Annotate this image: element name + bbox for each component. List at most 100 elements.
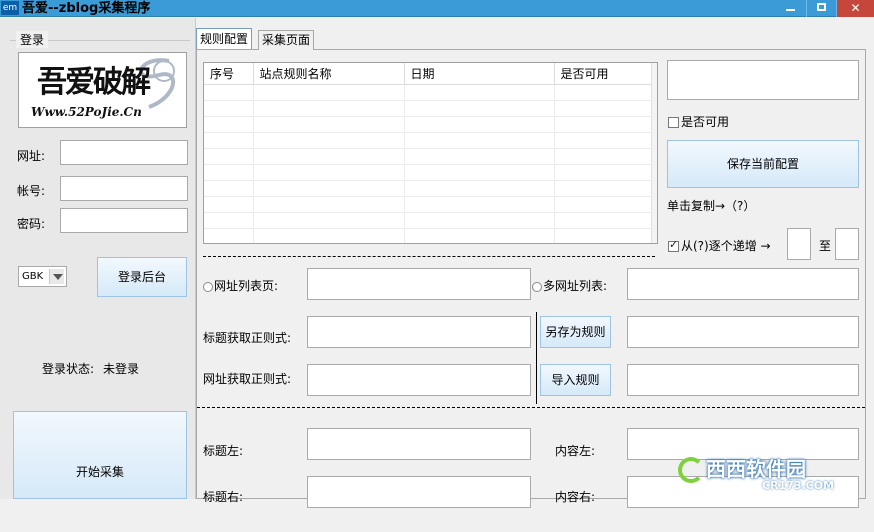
increment-to-input[interactable] <box>835 228 859 260</box>
rules-table: 序号 站点规则名称 日期 是否可用 <box>204 63 657 243</box>
grid-scrollbar[interactable] <box>651 63 657 243</box>
table-cell <box>253 132 405 149</box>
table-row <box>204 180 657 197</box>
table-cell <box>554 132 657 149</box>
table-row <box>204 196 657 213</box>
enabled-checkbox-row[interactable]: 是否可用 <box>668 113 729 130</box>
table-cell <box>204 164 254 181</box>
close-button[interactable]: ✕ <box>836 0 874 17</box>
url-list-radio[interactable] <box>203 281 213 292</box>
table-cell <box>404 228 555 243</box>
table-cell <box>554 100 657 117</box>
save-as-rule-button[interactable]: 另存为规则 <box>540 316 611 348</box>
title-regex-extra-input[interactable] <box>627 316 859 348</box>
minimize-button[interactable] <box>775 0 805 17</box>
enabled-checkbox-label: 是否可用 <box>681 115 730 129</box>
maximize-button[interactable] <box>806 0 836 17</box>
increment-label: 从(?)逐个递增 → <box>681 239 771 253</box>
import-rule-button[interactable]: 导入规则 <box>540 364 611 396</box>
tab-rule-config[interactable]: 规则配置 <box>196 28 253 49</box>
increment-checkbox[interactable] <box>668 238 679 252</box>
table-cell <box>204 180 254 197</box>
table-cell <box>204 84 254 101</box>
url-regex-label: 网址获取正则式: <box>203 372 292 386</box>
multi-url-input[interactable] <box>627 268 859 300</box>
site-watermark: 西西软件园 CR173.COM <box>676 449 874 499</box>
table-cell <box>554 212 657 229</box>
table-cell <box>204 196 254 213</box>
multi-url-radio-row[interactable]: 多网址列表: <box>532 277 607 294</box>
title-right-label: 标题右: <box>203 490 244 504</box>
start-collect-button[interactable]: 开始采集 <box>13 411 187 499</box>
table-cell <box>554 228 657 243</box>
column-header-index[interactable]: 序号 <box>204 63 254 85</box>
tab-collect-page[interactable]: 采集页面 <box>258 30 315 50</box>
table-cell <box>404 196 555 213</box>
chevron-down-icon[interactable] <box>49 269 64 284</box>
title-right-input[interactable] <box>307 476 531 508</box>
logo-image: 吾爱破解 Www.52PoJie.Cn <box>18 52 187 128</box>
title-regex-input[interactable] <box>307 316 531 348</box>
table-cell <box>204 212 254 229</box>
to-label: 至 <box>819 239 832 253</box>
save-config-button[interactable]: 保存当前配置 <box>667 140 859 188</box>
column-header-enabled[interactable]: 是否可用 <box>554 63 657 85</box>
multi-url-radio[interactable] <box>532 281 542 292</box>
password-input[interactable] <box>60 208 188 233</box>
url-regex-input[interactable] <box>307 364 531 396</box>
increment-from-input[interactable] <box>787 228 811 260</box>
table-header-row: 序号 站点规则名称 日期 是否可用 <box>204 63 657 85</box>
table-cell <box>204 228 254 243</box>
table-cell <box>404 116 555 133</box>
content-left-label: 内容左: <box>555 444 596 458</box>
watermark-logo-icon <box>678 457 704 483</box>
table-row <box>204 164 657 181</box>
url-regex-extra-input[interactable] <box>627 364 859 396</box>
encoding-select[interactable]: GBK <box>18 266 67 287</box>
enabled-checkbox[interactable] <box>668 117 679 128</box>
login-button[interactable]: 登录后台 <box>97 257 187 297</box>
table-row <box>204 116 657 133</box>
table-cell <box>404 164 555 181</box>
maximize-icon <box>817 3 826 11</box>
table-row <box>204 100 657 117</box>
close-icon: ✕ <box>850 1 861 15</box>
column-header-site-rule-name[interactable]: 站点规则名称 <box>253 63 405 85</box>
rule-name-input[interactable] <box>667 60 859 100</box>
column-header-date[interactable]: 日期 <box>404 63 555 85</box>
copy-hint[interactable]: 单击复制→（?） <box>667 197 755 214</box>
url-list-label: 网址列表页: <box>214 279 279 293</box>
table-row <box>204 148 657 165</box>
logo-url: Www.52PoJie.Cn <box>31 105 142 119</box>
table-cell <box>404 84 555 101</box>
app-icon: em <box>1 1 19 15</box>
url-list-input[interactable] <box>307 268 531 300</box>
table-cell <box>253 180 405 197</box>
table-cell <box>404 100 555 117</box>
encoding-value: GBK <box>22 271 44 282</box>
account-input[interactable] <box>60 176 188 201</box>
table-cell <box>204 116 254 133</box>
table-cell <box>404 180 555 197</box>
content-right-label: 内容右: <box>555 490 596 504</box>
table-cell <box>554 196 657 213</box>
table-cell <box>204 148 254 165</box>
rules-grid[interactable]: 序号 站点规则名称 日期 是否可用 <box>203 62 658 244</box>
table-cell <box>554 116 657 133</box>
table-cell <box>253 196 405 213</box>
multi-url-label: 多网址列表: <box>543 279 608 293</box>
table-cell <box>253 164 405 181</box>
watermark-url: CR173.COM <box>762 479 835 492</box>
table-cell <box>253 228 405 243</box>
url-list-radio-row[interactable]: 网址列表页: <box>203 277 278 294</box>
separator-top <box>203 256 655 257</box>
title-left-input[interactable] <box>307 428 531 460</box>
table-cell <box>253 84 405 101</box>
table-row <box>204 212 657 229</box>
table-cell <box>404 132 555 149</box>
login-status-label: 登录状态: <box>42 362 95 376</box>
account-label: 帐号: <box>17 184 46 198</box>
increment-checkbox-row[interactable]: 从(?)逐个递增 → <box>668 237 771 254</box>
url-input[interactable] <box>60 140 188 165</box>
url-label: 网址: <box>17 149 46 163</box>
